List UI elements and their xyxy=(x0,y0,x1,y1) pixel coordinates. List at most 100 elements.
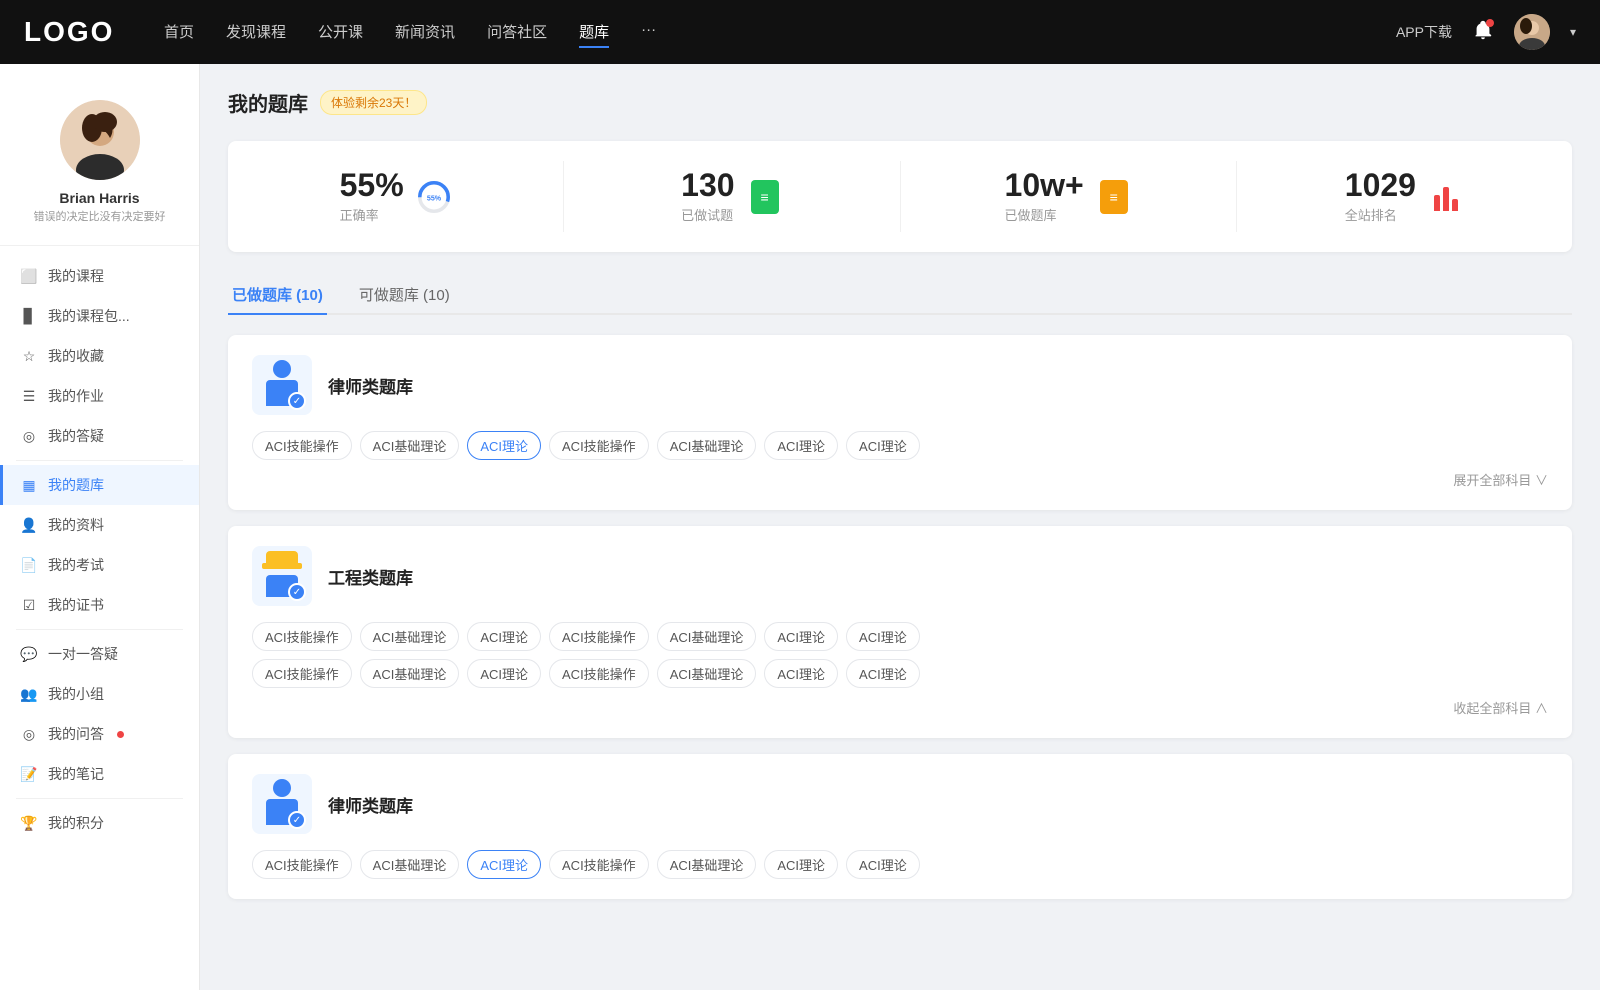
nav-links: 首页 发现课程 公开课 新闻资讯 问答社区 题库 ··· xyxy=(164,17,1396,48)
pie-chart-icon: 55% xyxy=(416,179,452,215)
nav-qbank[interactable]: 题库 xyxy=(579,17,609,48)
sidebar-item-my-courses[interactable]: ⬜ 我的课程 xyxy=(0,256,199,296)
tag-6[interactable]: ACI理论 xyxy=(846,431,920,460)
main-content: 我的题库 体验剩余23天！ 55% 正确率 55% xyxy=(200,64,1600,990)
nav-more[interactable]: ··· xyxy=(641,17,656,48)
eng-tag-r2-4[interactable]: ACI基础理论 xyxy=(657,659,757,688)
qa-badge-dot xyxy=(117,731,124,738)
nav-right: APP下载 ▾ xyxy=(1396,14,1576,50)
l2-tag-5[interactable]: ACI理论 xyxy=(764,850,838,879)
eng-tag-r1-0[interactable]: ACI技能操作 xyxy=(252,622,352,651)
sidebar-item-homework[interactable]: ☰ 我的作业 xyxy=(0,376,199,416)
doc-shape xyxy=(751,180,779,214)
sidebar-item-favorites[interactable]: ☆ 我的收藏 xyxy=(0,336,199,376)
sidebar-username: Brian Harris xyxy=(59,190,139,206)
logo: LOGO xyxy=(24,16,124,48)
l2-tag-2-active[interactable]: ACI理论 xyxy=(467,850,541,879)
sidebar-item-course-packages[interactable]: ▊ 我的课程包... xyxy=(0,296,199,336)
l2-tag-4[interactable]: ACI基础理论 xyxy=(657,850,757,879)
sidebar-item-my-info[interactable]: 👤 我的资料 xyxy=(0,505,199,545)
group-icon: 👥 xyxy=(20,685,38,703)
nav-home[interactable]: 首页 xyxy=(164,17,194,48)
sidebar-item-group[interactable]: 👥 我的小组 xyxy=(0,674,199,714)
sidebar-divider-3 xyxy=(16,798,183,799)
tag-3[interactable]: ACI技能操作 xyxy=(549,431,649,460)
eng-tag-r2-2[interactable]: ACI理论 xyxy=(467,659,541,688)
user-avatar[interactable] xyxy=(1514,14,1550,50)
qbank-tags-engineer-row2: ACI技能操作 ACI基础理论 ACI理论 ACI技能操作 ACI基础理论 AC… xyxy=(252,659,1548,688)
eng-tag-r1-6[interactable]: ACI理论 xyxy=(846,622,920,651)
star-icon: ☆ xyxy=(20,347,38,365)
engineer-figure: ✓ xyxy=(260,551,304,601)
eng-tag-r1-4[interactable]: ACI基础理论 xyxy=(657,622,757,651)
stat-correct-rate: 55% 正确率 55% xyxy=(228,161,564,232)
stats-row: 55% 正确率 55% 130 已做试题 xyxy=(228,141,1572,252)
tag-5[interactable]: ACI理论 xyxy=(764,431,838,460)
notification-dot xyxy=(1486,19,1494,27)
sidebar-item-my-exam[interactable]: 📄 我的考试 xyxy=(0,545,199,585)
doc-green-icon xyxy=(747,179,783,215)
eng-tag-r2-6[interactable]: ACI理论 xyxy=(846,659,920,688)
stat-label-correct: 正确率 xyxy=(340,205,404,224)
sidebar: Brian Harris 错误的决定比没有决定要好 ⬜ 我的课程 ▊ 我的课程包… xyxy=(0,64,200,990)
note-icon: 📝 xyxy=(20,765,38,783)
eng-tag-r1-5[interactable]: ACI理论 xyxy=(764,622,838,651)
qbank-tags-lawyer-2: ACI技能操作 ACI基础理论 ACI理论 ACI技能操作 ACI基础理论 AC… xyxy=(252,850,1548,879)
sidebar-item-certificate[interactable]: ☑ 我的证书 xyxy=(0,585,199,625)
bar-chart-icon: ▊ xyxy=(20,307,38,325)
expand-link-1[interactable]: 展开全部科目 ∨ xyxy=(1453,473,1548,488)
eng-tag-r1-1[interactable]: ACI基础理论 xyxy=(360,622,460,651)
collapse-link[interactable]: 收起全部科目 ∧ xyxy=(1453,701,1548,716)
eng-tag-r2-1[interactable]: ACI基础理论 xyxy=(360,659,460,688)
eng-tag-r2-3[interactable]: ACI技能操作 xyxy=(549,659,649,688)
trial-badge: 体验剩余23天！ xyxy=(320,90,427,115)
sidebar-item-my-qa[interactable]: ◎ 我的答疑 xyxy=(0,416,199,456)
sidebar-item-question-bank[interactable]: ▦ 我的题库 xyxy=(0,465,199,505)
lawyer2-figure: ✓ xyxy=(260,779,304,829)
page-title: 我的题库 xyxy=(228,88,308,117)
tag-4[interactable]: ACI基础理论 xyxy=(657,431,757,460)
page-container: Brian Harris 错误的决定比没有决定要好 ⬜ 我的课程 ▊ 我的课程包… xyxy=(0,64,1600,990)
stat-label-rank: 全站排名 xyxy=(1345,205,1416,224)
sidebar-item-1on1-qa[interactable]: 💬 一对一答疑 xyxy=(0,634,199,674)
tab-done[interactable]: 已做题库 (10) xyxy=(228,276,327,315)
qbank-footer-2: 收起全部科目 ∧ xyxy=(252,698,1548,718)
engineer-check: ✓ xyxy=(288,583,306,601)
qbank-lawyer-avatar: ✓ xyxy=(252,355,312,415)
sidebar-item-questions[interactable]: ◎ 我的问答 xyxy=(0,714,199,754)
clipboard-icon: ☰ xyxy=(20,387,38,405)
eng-tag-r1-2[interactable]: ACI理论 xyxy=(467,622,541,651)
nav-open-course[interactable]: 公开课 xyxy=(318,17,363,48)
user-menu-chevron[interactable]: ▾ xyxy=(1570,25,1576,39)
qbank-engineer-avatar: ✓ xyxy=(252,546,312,606)
tag-1[interactable]: ACI基础理论 xyxy=(360,431,460,460)
nav-discover[interactable]: 发现课程 xyxy=(226,17,286,48)
qbank-engineer-header: ✓ 工程类题库 xyxy=(252,546,1548,606)
certificate-icon: ☑ xyxy=(20,596,38,614)
chat-icon: 💬 xyxy=(20,645,38,663)
eng-tag-r1-3[interactable]: ACI技能操作 xyxy=(549,622,649,651)
app-download-button[interactable]: APP下载 xyxy=(1396,22,1452,42)
tab-todo[interactable]: 可做题库 (10) xyxy=(355,276,454,315)
eng-tag-r2-5[interactable]: ACI理论 xyxy=(764,659,838,688)
nav-qa[interactable]: 问答社区 xyxy=(487,17,547,48)
l2-tag-3[interactable]: ACI技能操作 xyxy=(549,850,649,879)
l2-tag-1[interactable]: ACI基础理论 xyxy=(360,850,460,879)
tag-2-active[interactable]: ACI理论 xyxy=(467,431,541,460)
qbank-card-engineer: ✓ 工程类题库 ACI技能操作 ACI基础理论 ACI理论 ACI技能操作 AC… xyxy=(228,526,1572,738)
sidebar-item-points[interactable]: 🏆 我的积分 xyxy=(0,803,199,843)
l2-tag-0[interactable]: ACI技能操作 xyxy=(252,850,352,879)
tag-0[interactable]: ACI技能操作 xyxy=(252,431,352,460)
stat-ranking: 1029 全站排名 xyxy=(1237,161,1572,232)
sidebar-avatar xyxy=(60,100,140,180)
bar-red-icon xyxy=(1428,179,1464,215)
sidebar-item-notes[interactable]: 📝 我的笔记 xyxy=(0,754,199,794)
eng-tag-r2-0[interactable]: ACI技能操作 xyxy=(252,659,352,688)
sidebar-menu: ⬜ 我的课程 ▊ 我的课程包... ☆ 我的收藏 ☰ 我的作业 ◎ 我的答疑 ▦ xyxy=(0,246,199,853)
qbank-card-lawyer-2: ✓ 律师类题库 ACI技能操作 ACI基础理论 ACI理论 ACI技能操作 AC… xyxy=(228,754,1572,899)
qbank-tags-engineer-row1: ACI技能操作 ACI基础理论 ACI理论 ACI技能操作 ACI基础理论 AC… xyxy=(252,622,1548,651)
nav-news[interactable]: 新闻资讯 xyxy=(395,17,455,48)
l2-tag-6[interactable]: ACI理论 xyxy=(846,850,920,879)
notification-bell[interactable] xyxy=(1472,19,1494,46)
navbar: LOGO 首页 发现课程 公开课 新闻资讯 问答社区 题库 ··· APP下载 xyxy=(0,0,1600,64)
